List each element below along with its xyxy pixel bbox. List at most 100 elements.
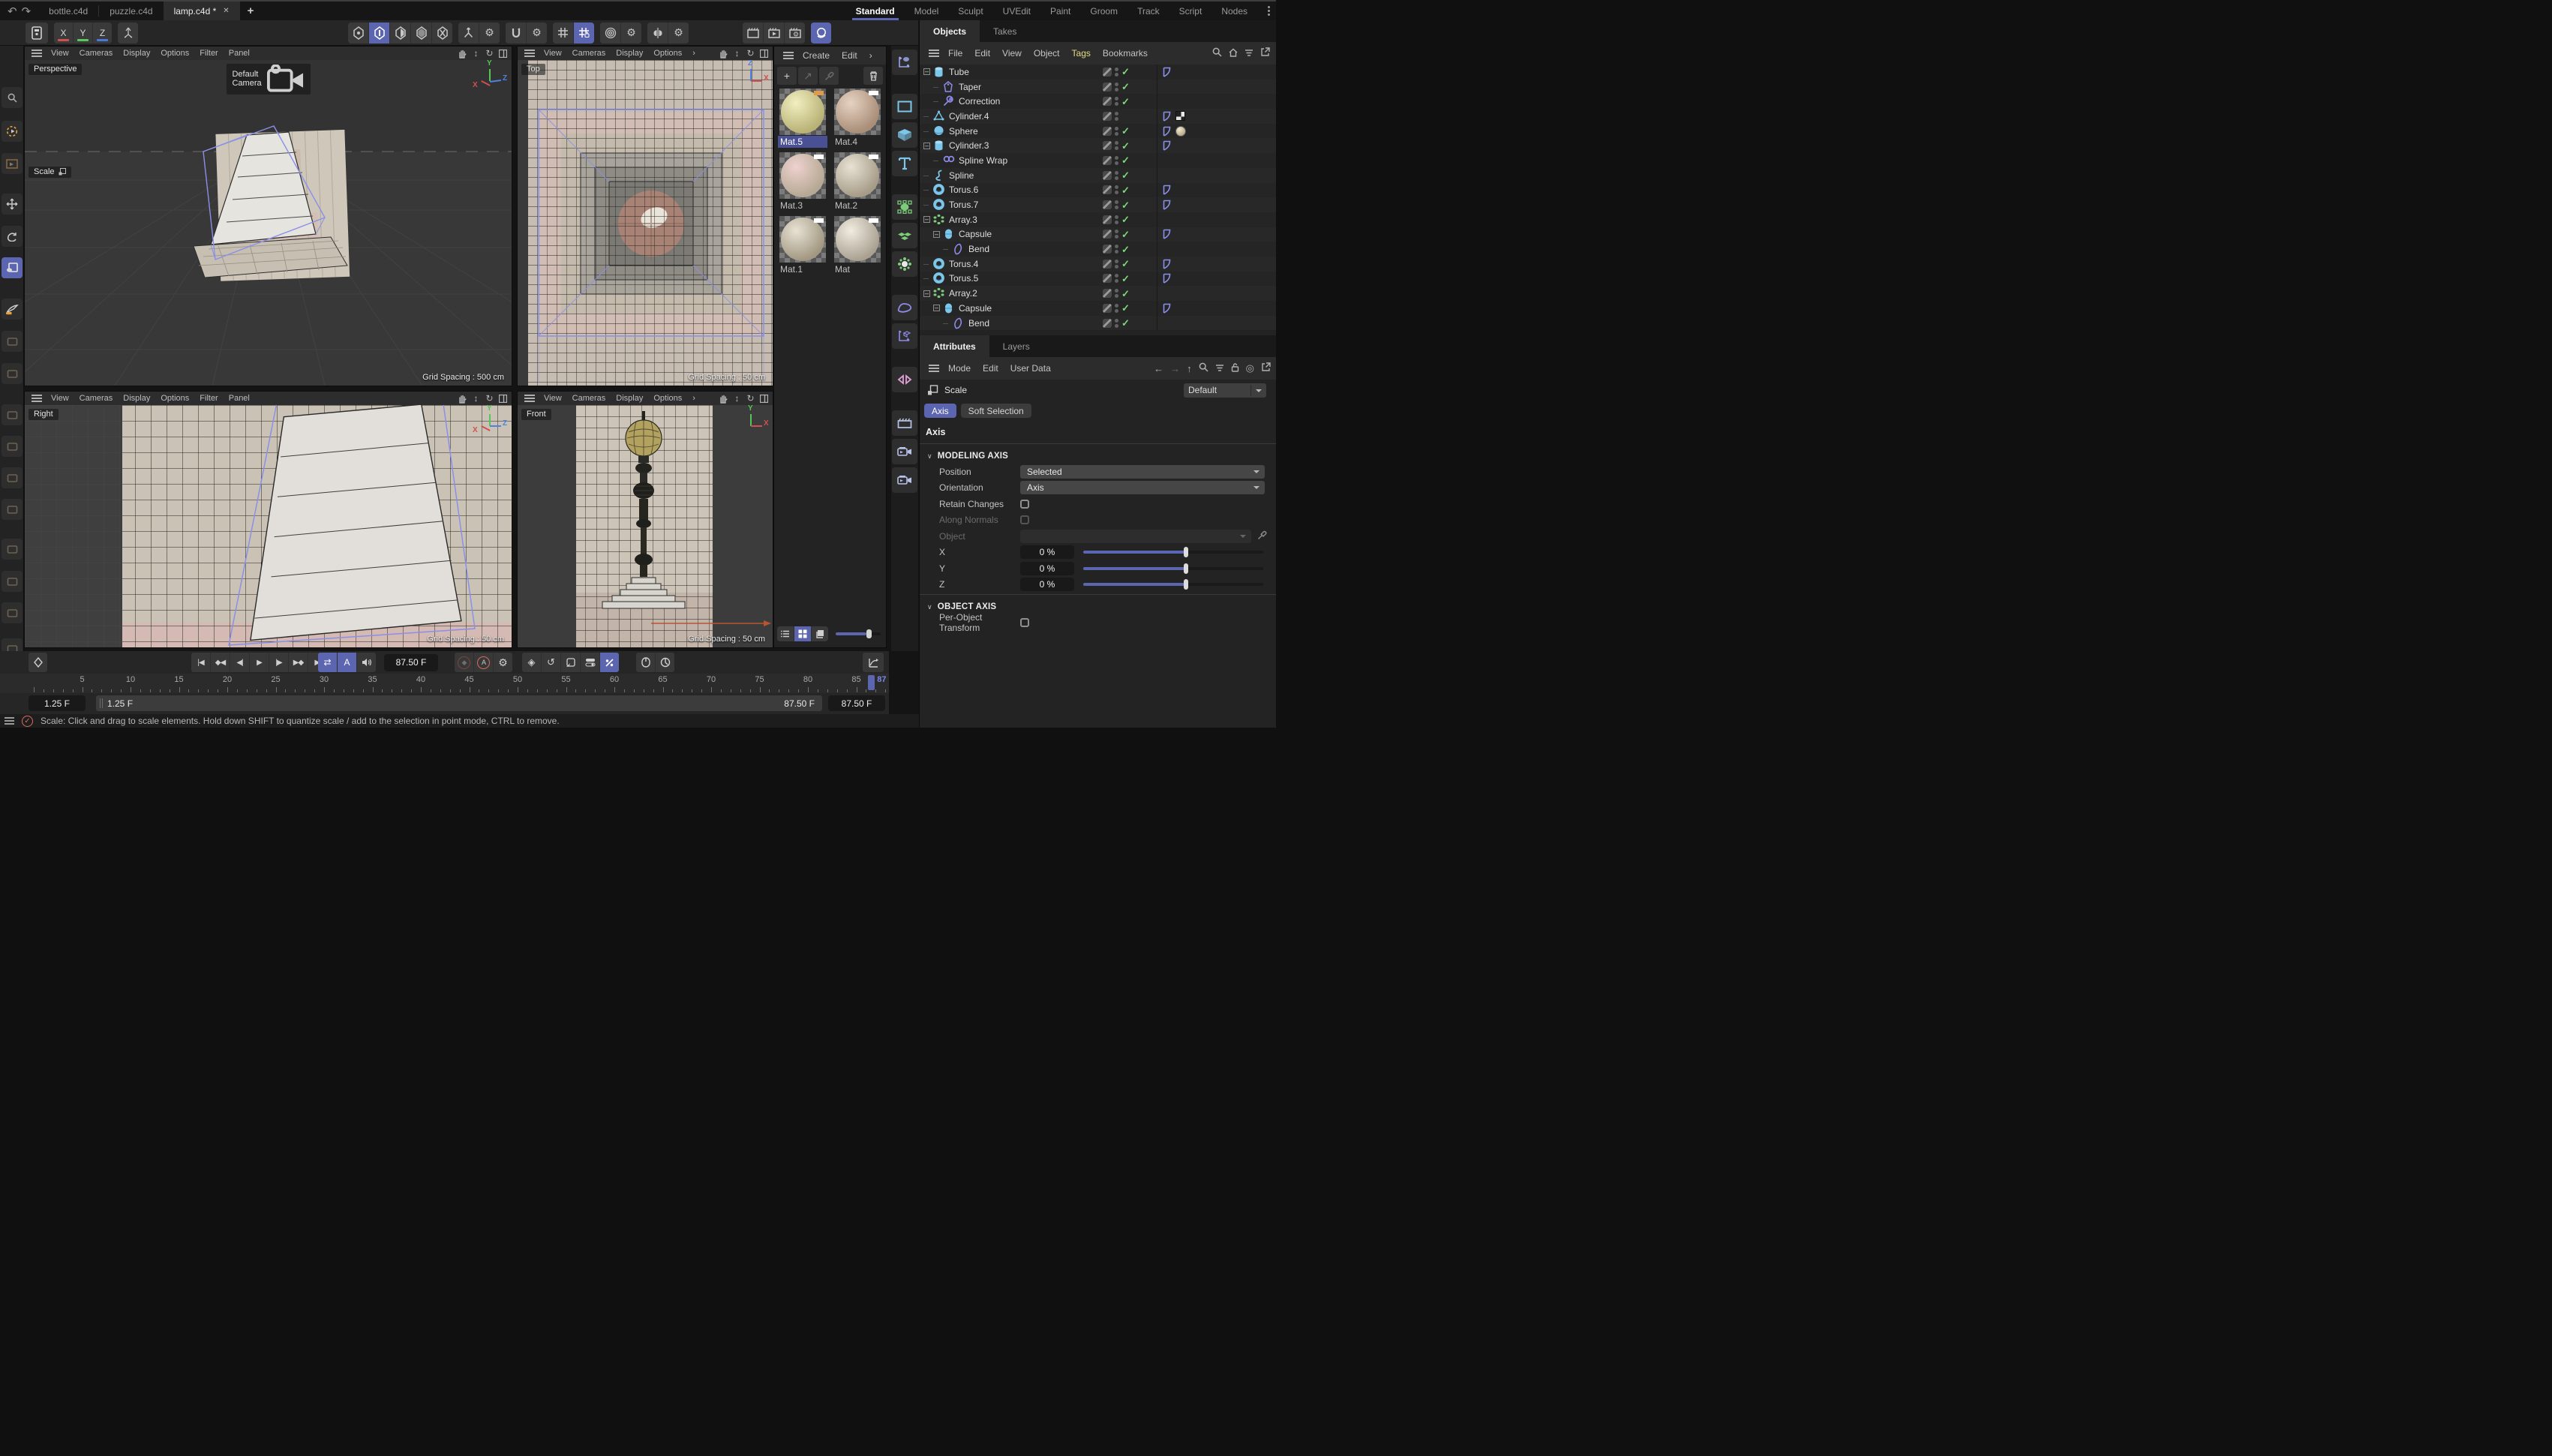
- viewport-menu-display[interactable]: Display: [118, 49, 155, 58]
- axis-lock-z[interactable]: Z: [93, 23, 112, 44]
- visibility-dots[interactable]: [1115, 200, 1118, 209]
- undo-icon[interactable]: ↶: [8, 5, 17, 18]
- record-keyframe-button[interactable]: ◆: [455, 653, 473, 672]
- object-row-spline[interactable]: Spline✓: [920, 168, 1276, 183]
- object-menu-tags[interactable]: Tags: [1066, 48, 1097, 59]
- key-parameters-icon[interactable]: [581, 653, 599, 672]
- object-row-array-2[interactable]: –Array.2✓: [920, 286, 1276, 301]
- viewport-menu-view[interactable]: View: [46, 394, 74, 403]
- viewport-right-canvas[interactable]: Right Y Z X Grid Spacing : 50 cm: [25, 405, 512, 647]
- enabled-check-icon[interactable]: ✓: [1121, 141, 1132, 151]
- move-tool[interactable]: [2, 194, 23, 215]
- material-menu-create[interactable]: Create: [797, 50, 836, 61]
- spline-rectangle-button[interactable]: [892, 94, 917, 119]
- editor-toggle-icon[interactable]: [1103, 127, 1112, 136]
- key-rotation-icon[interactable]: ↺: [542, 653, 560, 672]
- attr-slider[interactable]: [1083, 567, 1263, 570]
- tweak-mode-icon[interactable]: [432, 23, 452, 44]
- axis-lock-x[interactable]: X: [54, 23, 73, 44]
- phong-tag-icon[interactable]: [1162, 185, 1172, 195]
- viewport-menu-view[interactable]: View: [539, 394, 567, 403]
- enabled-check-icon[interactable]: ✓: [1121, 97, 1132, 107]
- axis-settings-icon[interactable]: ⚙: [479, 23, 500, 44]
- viewport-menu-filter[interactable]: Filter: [194, 394, 223, 403]
- object-menu-file[interactable]: File: [942, 48, 968, 59]
- snap-settings-icon[interactable]: ⚙: [527, 23, 547, 44]
- object-row-torus-5[interactable]: Torus.5✓: [920, 272, 1276, 287]
- tab-takes[interactable]: Takes: [980, 20, 1030, 42]
- visibility-dots[interactable]: [1115, 171, 1118, 180]
- object-row-cylinder-3[interactable]: –Cylinder.3✓: [920, 138, 1276, 153]
- visibility-dots[interactable]: [1115, 185, 1118, 194]
- cube-mapping-tool[interactable]: [2, 571, 23, 592]
- section-modeling-axis[interactable]: ∨MODELING AXIS: [920, 449, 1276, 464]
- edit-render-settings-icon[interactable]: ⚙: [785, 23, 805, 44]
- toggle-viewport-icon[interactable]: [497, 48, 509, 59]
- material-menu-[interactable]: ›: [863, 50, 878, 61]
- mouse-rotate-icon[interactable]: [656, 653, 674, 672]
- orbit-icon[interactable]: ↻: [484, 393, 495, 404]
- viewport-menu-icon[interactable]: [32, 398, 42, 399]
- sketch-tool[interactable]: [2, 331, 23, 352]
- workplane-mode-icon[interactable]: [553, 23, 573, 44]
- visibility-dots[interactable]: [1115, 230, 1118, 239]
- layout-tab-groom[interactable]: Groom: [1080, 2, 1127, 20]
- go-to-next-key-button[interactable]: ▶◆: [289, 653, 308, 672]
- autokey-button[interactable]: A: [474, 653, 493, 672]
- editor-toggle-icon[interactable]: [1103, 200, 1112, 209]
- expander-icon[interactable]: –: [923, 216, 930, 223]
- viewport-menu-cameras[interactable]: Cameras: [567, 49, 611, 58]
- enable-snap-icon[interactable]: [506, 23, 526, 44]
- editor-toggle-icon[interactable]: [1103, 274, 1112, 283]
- pan-icon[interactable]: [718, 393, 729, 404]
- visibility-dots[interactable]: [1115, 112, 1118, 121]
- modeling-circle-icon[interactable]: [600, 23, 620, 44]
- material-mat-5[interactable]: Mat.5: [778, 89, 829, 148]
- phong-tag-icon[interactable]: [1162, 273, 1172, 284]
- range-start-field[interactable]: 1.25 F: [29, 695, 86, 711]
- tab-layers[interactable]: Layers: [989, 335, 1043, 357]
- camera-label[interactable]: Default Camera: [226, 64, 310, 95]
- pan-icon[interactable]: [457, 393, 468, 404]
- object-row-torus-6[interactable]: Torus.6✓: [920, 183, 1276, 198]
- editor-toggle-icon[interactable]: [1103, 68, 1112, 77]
- enabled-check-icon[interactable]: ✓: [1121, 230, 1132, 239]
- attribute-menu-icon[interactable]: [929, 368, 939, 369]
- viewport-menu-display[interactable]: Display: [611, 49, 648, 58]
- phong-tag-icon[interactable]: [1162, 303, 1172, 314]
- dolly-icon[interactable]: ↕: [470, 48, 482, 59]
- eyedropper-icon[interactable]: [1257, 530, 1269, 542]
- attr-dropdown-position[interactable]: Selected: [1020, 465, 1265, 479]
- object-menu-edit[interactable]: Edit: [968, 48, 996, 59]
- viewport-menu-[interactable]: ›: [687, 49, 701, 58]
- viewport-menu-options[interactable]: Options: [155, 394, 194, 403]
- layout-menu-icon[interactable]: [1262, 2, 1276, 20]
- visibility-dots[interactable]: [1115, 260, 1118, 269]
- viewport-menu-cameras[interactable]: Cameras: [74, 49, 119, 58]
- slider-thumb[interactable]: [1184, 563, 1188, 574]
- viewport-menu-panel[interactable]: Panel: [224, 49, 255, 58]
- dolly-icon[interactable]: ↕: [470, 393, 482, 404]
- text-primitive-button[interactable]: [892, 151, 917, 176]
- timeline-ruler[interactable]: 51015202530354045505560657075808587: [0, 674, 889, 693]
- animate-mouse-icon[interactable]: [636, 653, 655, 672]
- render-view-icon[interactable]: [743, 23, 763, 44]
- expander-icon[interactable]: –: [933, 305, 940, 311]
- visibility-dots[interactable]: [1115, 141, 1118, 150]
- editor-toggle-icon[interactable]: [1103, 112, 1112, 121]
- viewport-menu-options[interactable]: Options: [648, 394, 687, 403]
- object-row-bend[interactable]: Bend✓: [920, 242, 1276, 257]
- keying-disabled-icon[interactable]: [600, 653, 619, 672]
- toggle-viewport-icon[interactable]: [758, 48, 770, 59]
- grid-view-button[interactable]: [794, 626, 811, 641]
- attr-value-field[interactable]: 0 %: [1020, 578, 1074, 591]
- render-to-picture-viewer-icon[interactable]: [764, 23, 784, 44]
- material-mat-3[interactable]: Mat.3: [778, 152, 829, 212]
- axis-lock-y[interactable]: Y: [74, 23, 92, 44]
- dolly-icon[interactable]: ↕: [731, 48, 743, 59]
- go-to-previous-frame-button[interactable]: ◀|: [230, 653, 249, 672]
- layout-tab-nodes[interactable]: Nodes: [1211, 2, 1257, 20]
- fcurve-editor-button[interactable]: [863, 653, 884, 672]
- document-tab-puzzle-c4d[interactable]: puzzle.c4d: [99, 2, 163, 20]
- layer-view-button[interactable]: [812, 626, 828, 641]
